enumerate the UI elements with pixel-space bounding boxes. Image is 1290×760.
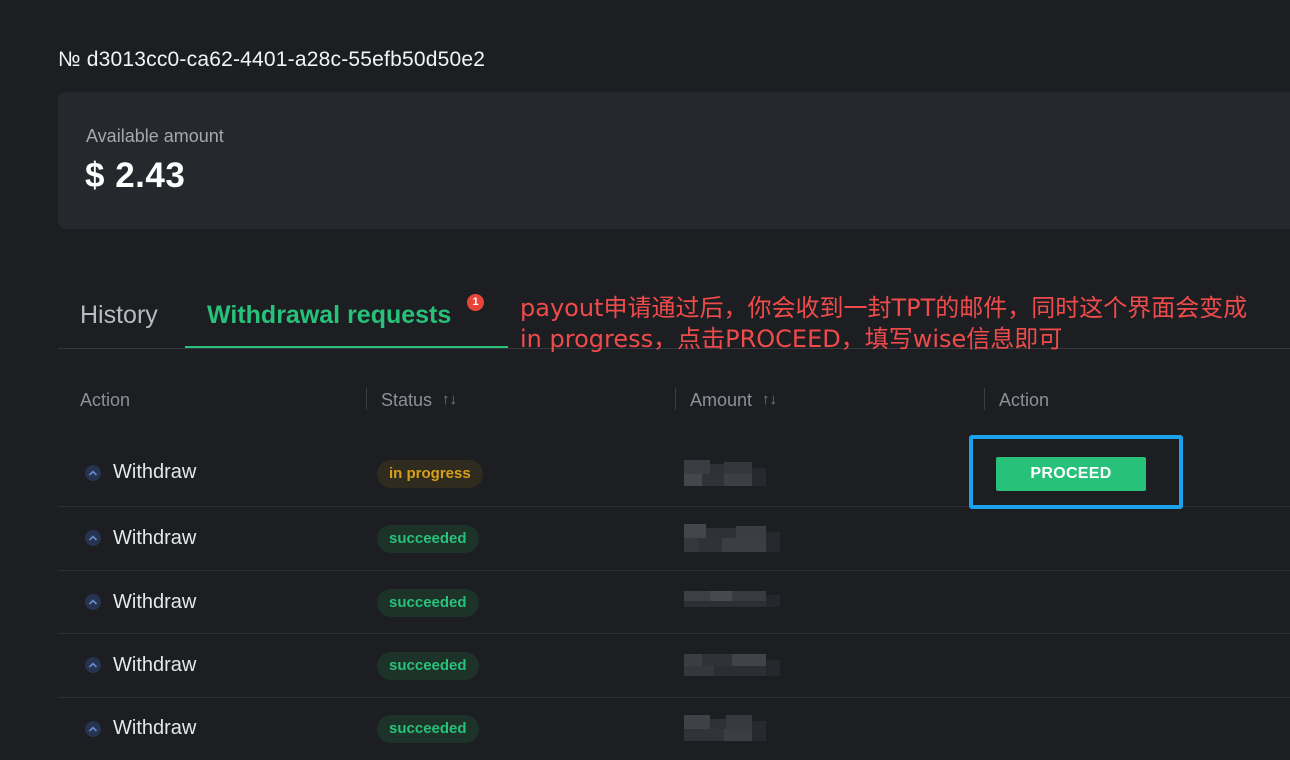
- column-header-action-2-label: Action: [999, 390, 1050, 410]
- tab-withdrawal-requests[interactable]: Withdrawal requests 1: [185, 280, 508, 348]
- table-row: Withdraw succeeded: [58, 507, 1290, 571]
- status-badge: succeeded: [377, 589, 479, 617]
- arrow-up-icon: [85, 465, 101, 481]
- column-header-status-label: Status: [381, 390, 433, 410]
- row-action-label: Withdraw: [113, 461, 197, 483]
- arrow-up-icon: [85, 530, 101, 546]
- table-row: Withdraw succeeded: [58, 634, 1290, 698]
- column-divider: [675, 388, 676, 410]
- status-badge: in progress: [377, 460, 483, 488]
- column-divider: [366, 388, 367, 410]
- column-header-action-2: Action: [999, 380, 1049, 420]
- status-badge: succeeded: [377, 525, 479, 553]
- column-divider: [984, 388, 985, 410]
- sort-icon[interactable]: ↑↓: [442, 380, 457, 420]
- column-header-amount-label: Amount: [690, 390, 753, 410]
- wallet-id: № d3013cc0-ca62-4401-a28c-55efb50d50e2: [58, 48, 486, 71]
- amount-redacted: [684, 654, 780, 682]
- annotation-line-1: payout申请通过后，你会收到一封TPT的邮件，同时这个界面会变成: [520, 294, 1248, 322]
- column-header-amount[interactable]: Amount ↑↓: [690, 380, 777, 420]
- annotation-note: payout申请通过后，你会收到一封TPT的邮件，同时这个界面会变成 in pr…: [520, 293, 1280, 355]
- annotation-line-2: in progress，点击PROCEED，填写wise信息即可: [520, 325, 1063, 353]
- status-badge: succeeded: [377, 652, 479, 680]
- table-header: Action Status ↑↓ Amount ↑↓ Action: [58, 380, 1290, 420]
- table-row: Withdraw succeeded: [58, 571, 1290, 634]
- available-amount-label: Available amount: [86, 126, 224, 146]
- row-action-label: Withdraw: [113, 717, 197, 739]
- arrow-up-icon: [85, 657, 101, 673]
- balance-card: Available amount $ 2.43: [58, 92, 1290, 229]
- tab-history[interactable]: History: [58, 280, 185, 348]
- arrow-up-icon: [85, 594, 101, 610]
- sort-icon[interactable]: ↑↓: [762, 380, 777, 420]
- row-action-label: Withdraw: [113, 591, 197, 613]
- tab-history-label: History: [80, 301, 158, 329]
- notification-badge: 1: [467, 294, 484, 311]
- row-action-label: Withdraw: [113, 654, 197, 676]
- amount-redacted: [684, 715, 766, 743]
- proceed-button[interactable]: PROCEED: [996, 457, 1146, 491]
- row-action-label: Withdraw: [113, 527, 197, 549]
- available-amount-value: $ 2.43: [85, 156, 186, 195]
- amount-redacted: [684, 591, 780, 619]
- status-badge: succeeded: [377, 715, 479, 743]
- tab-withdrawal-requests-label: Withdrawal requests: [207, 301, 452, 329]
- column-header-action-label: Action: [80, 390, 131, 410]
- column-header-action: Action: [80, 380, 130, 420]
- column-header-status[interactable]: Status ↑↓: [381, 380, 457, 420]
- arrow-up-icon: [85, 721, 101, 737]
- amount-redacted: [684, 524, 780, 552]
- table-row: Withdraw succeeded: [58, 698, 1290, 760]
- amount-redacted: [684, 460, 766, 488]
